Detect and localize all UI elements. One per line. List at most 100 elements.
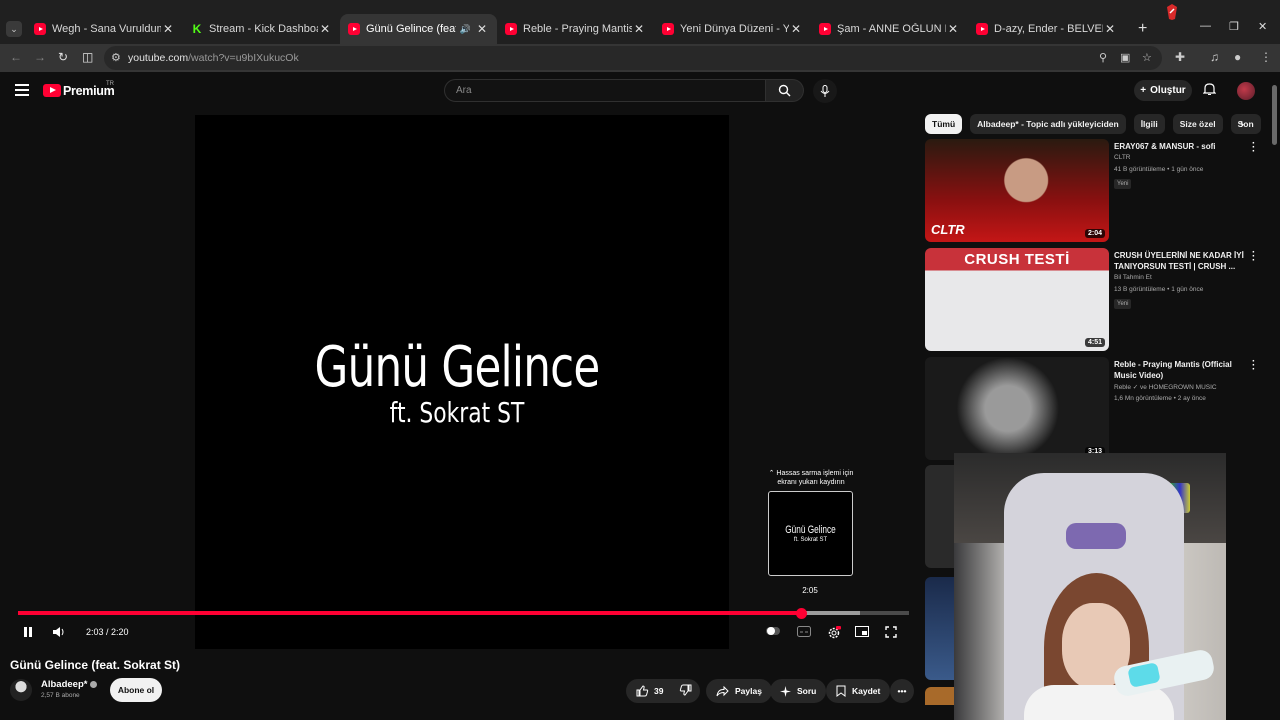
- autoplay-toggle[interactable]: [766, 626, 780, 639]
- ask-button[interactable]: Soru: [770, 679, 827, 703]
- kick-icon: K: [192, 22, 202, 36]
- fullscreen-button[interactable]: [885, 626, 897, 641]
- subtitles-button[interactable]: [797, 626, 811, 640]
- rec-menu-icon[interactable]: · · ·: [1252, 357, 1255, 375]
- search-input[interactable]: Ara: [444, 79, 766, 102]
- thumbs-up-icon: [636, 685, 649, 697]
- tab-audio-icon[interactable]: 🔊: [460, 24, 471, 35]
- rec-menu-icon[interactable]: · · ·: [1252, 248, 1255, 266]
- rec-channel[interactable]: Reble ✓ ve HOMEGROWN MUSIC: [1114, 383, 1217, 391]
- chips-next-arrow-icon[interactable]: ›: [1240, 117, 1244, 131]
- rec-thumbnail[interactable]: 3:13: [925, 357, 1109, 460]
- filter-chips: Tümü Albadeep* - Topic adlı yükleyiciden İ…: [925, 114, 1261, 134]
- tab-search-button[interactable]: ⌄: [6, 21, 22, 37]
- close-window-button[interactable]: ✕: [1258, 20, 1267, 33]
- channel-name[interactable]: Albadeep*: [41, 679, 98, 690]
- settings-button[interactable]: [827, 626, 841, 643]
- fullscreen-icon: [885, 626, 897, 638]
- video-title: Günü Gelince (feat. Sokrat St): [10, 658, 181, 672]
- address-bar[interactable]: ⚙ youtube.com/watch?v=u9bIXukucOk ⚲ ▣ ☆: [104, 46, 1162, 70]
- miniplayer-button[interactable]: [855, 626, 869, 640]
- rec-thumbnail-occluded[interactable]: [925, 465, 954, 568]
- media-controls-icon[interactable]: ♫: [1210, 50, 1219, 64]
- rec-thumbnail-occluded[interactable]: [925, 577, 954, 680]
- rec-thumbnail[interactable]: CLTR 2:04: [925, 139, 1109, 242]
- rec-new-badge: Yeni: [1114, 299, 1132, 309]
- like-button[interactable]: 39: [636, 685, 663, 697]
- tab-close-icon[interactable]: ✕: [1103, 22, 1117, 36]
- account-avatar[interactable]: [1237, 82, 1255, 100]
- extensions-icon[interactable]: ✚: [1175, 50, 1185, 64]
- channel-avatar[interactable]: [10, 679, 32, 701]
- forward-icon[interactable]: →: [34, 50, 46, 64]
- filter-chip[interactable]: Size özel: [1172, 114, 1223, 134]
- filter-chip[interactable]: Albadeep* - Topic adlı yükleyiciden: [970, 114, 1126, 134]
- minimize-button[interactable]: —: [1200, 20, 1211, 32]
- page-scrollbar[interactable]: [1272, 85, 1277, 145]
- rec-new-badge: Yeni: [1114, 179, 1132, 189]
- site-info-icon[interactable]: ⚙: [111, 51, 121, 64]
- dislike-button[interactable]: [679, 684, 692, 698]
- scrubber-handle[interactable]: [796, 608, 808, 619]
- rec-thumbnail[interactable]: CRUSH TESTİ 4:51: [925, 248, 1109, 351]
- browser-tab[interactable]: Reble - Praying Mantis (Official✕: [497, 14, 654, 44]
- progress-bar[interactable]: [18, 611, 909, 615]
- tab-close-icon[interactable]: ✕: [632, 22, 646, 36]
- tab-title: Reble - Praying Mantis (Official: [523, 23, 632, 35]
- time-display: 2:03 / 2:20: [86, 627, 129, 637]
- youtube-logo-icon[interactable]: [43, 84, 61, 97]
- rec-channel[interactable]: CLTR: [1114, 154, 1131, 161]
- rec-channel[interactable]: Bil Tahmin Et: [1114, 274, 1152, 281]
- browser-tab[interactable]: K Stream - Kick Dashboard✕: [183, 14, 340, 44]
- filter-chip[interactable]: Son: [1230, 114, 1261, 134]
- filter-chip[interactable]: Tümü: [925, 114, 963, 134]
- plus-icon: +: [1140, 85, 1147, 96]
- tab-close-icon[interactable]: ✕: [946, 22, 960, 36]
- tab-close-icon[interactable]: ✕: [789, 22, 803, 36]
- split-view-icon[interactable]: ◫: [82, 50, 93, 64]
- zoom-icon[interactable]: ⚲: [1099, 51, 1107, 64]
- rec-title[interactable]: ERAY067 & MANSUR - sofi: [1114, 141, 1254, 152]
- back-icon[interactable]: ←: [10, 50, 22, 64]
- tab-title: Wegh - Sana Vuruldum / Ulubey: [52, 23, 161, 35]
- tab-close-icon[interactable]: ✕: [475, 22, 489, 36]
- rec-menu-icon[interactable]: · · ·: [1252, 139, 1255, 157]
- new-tab-button[interactable]: +: [1138, 20, 1147, 38]
- profile-icon[interactable]: ●: [1234, 50, 1241, 64]
- search-button[interactable]: [766, 79, 804, 102]
- browser-tab[interactable]: Şam - ANNE OĞLUN RAPSTAR✕: [811, 14, 968, 44]
- browser-tab[interactable]: Wegh - Sana Vuruldum / Ulubey✕: [26, 14, 183, 44]
- cast-icon[interactable]: ▣: [1120, 51, 1130, 64]
- rec-thumbnail-occluded[interactable]: [925, 687, 954, 705]
- browser-tab[interactable]: D-azy, Ender - BELVEDERE (Pro✕: [968, 14, 1125, 44]
- pause-button[interactable]: [22, 626, 34, 641]
- volume-button[interactable]: [52, 626, 66, 641]
- share-button[interactable]: Paylaş: [706, 679, 772, 703]
- create-button[interactable]: + Oluştur: [1134, 80, 1192, 101]
- save-button[interactable]: Kaydet: [826, 679, 891, 703]
- rec-title[interactable]: CRUSH ÜYELERİNİ NE KADAR İYİ TANIYORSUN …: [1114, 250, 1254, 272]
- subscribe-button[interactable]: Abone ol: [110, 678, 162, 702]
- maximize-button[interactable]: ❐: [1229, 20, 1239, 33]
- browser-tab-strip: ⌄ Wegh - Sana Vuruldum / Ulubey✕KStream …: [0, 0, 1280, 44]
- browser-tab[interactable]: Günü Gelince (feat. Sokrat St) 🔊 ✕: [340, 14, 497, 44]
- menu-dots-icon[interactable]: ⋮: [1260, 50, 1272, 64]
- played-bar: [18, 611, 802, 615]
- voice-search-button[interactable]: [813, 79, 837, 103]
- guide-menu-icon[interactable]: [15, 84, 29, 96]
- rec-thumbnail-text: CLTR: [931, 222, 965, 237]
- filter-chip[interactable]: İlgili: [1133, 114, 1165, 134]
- browser-tab[interactable]: Yeni Dünya Düzeni - YouTube✕: [654, 14, 811, 44]
- rec-title[interactable]: Reble - Praying Mantis (Official Music V…: [1114, 359, 1254, 381]
- notifications-bell-icon[interactable]: [1202, 82, 1217, 101]
- tab-title: Günü Gelince (feat. Sokrat St): [366, 23, 456, 35]
- video-player[interactable]: Günü Gelince ft. Sokrat ST: [195, 115, 729, 649]
- url-text: youtube.com/watch?v=u9bIXukucOk: [128, 52, 299, 64]
- tab-close-icon[interactable]: ✕: [161, 22, 175, 36]
- reload-icon[interactable]: ↻: [58, 50, 68, 64]
- youtube-icon: [819, 23, 831, 35]
- tab-close-icon[interactable]: ✕: [318, 22, 332, 36]
- seek-preview-subtitle: ft. Sokrat ST: [793, 537, 828, 543]
- more-actions-button[interactable]: •••: [890, 679, 914, 703]
- bookmark-star-icon[interactable]: ☆: [1142, 51, 1152, 64]
